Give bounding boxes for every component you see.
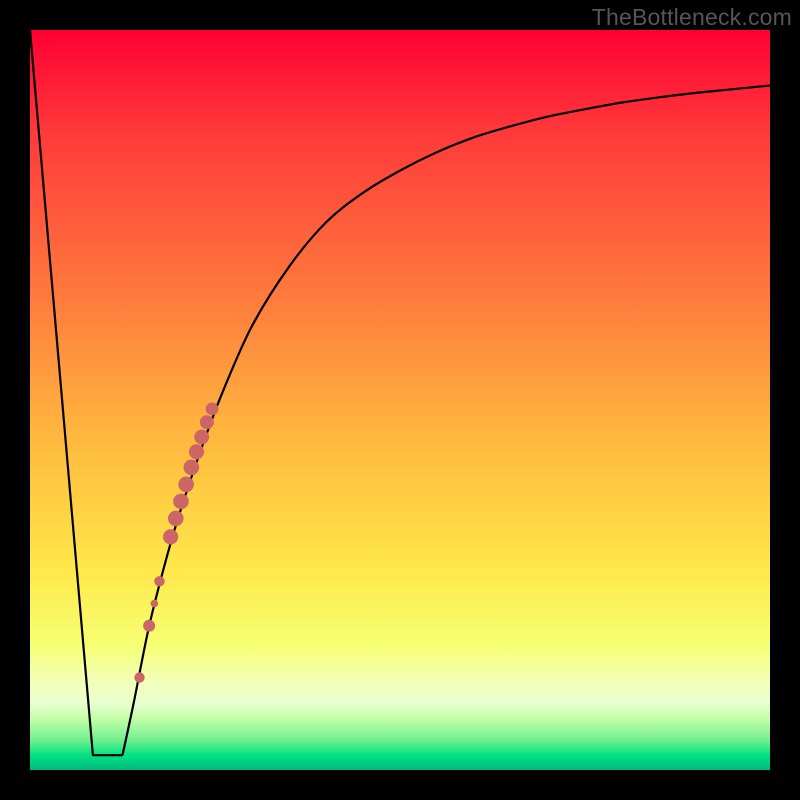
curve-layer	[30, 30, 770, 770]
marker-dot	[178, 477, 194, 493]
curve-line	[30, 30, 770, 755]
marker-dot	[200, 415, 214, 429]
marker-dot	[184, 460, 200, 476]
plot-area	[30, 30, 770, 770]
descending-segment	[30, 30, 123, 755]
marker-dot	[154, 576, 164, 586]
marker-dot	[143, 620, 155, 632]
marker-dot	[173, 494, 189, 510]
marker-dot	[206, 402, 219, 415]
chart-container: TheBottleneck.com	[0, 0, 800, 800]
marker-dot	[168, 511, 184, 527]
marker-dot	[163, 529, 178, 544]
marker-dot	[194, 430, 209, 445]
watermark-text: TheBottleneck.com	[592, 4, 792, 31]
marker-dot	[151, 600, 159, 608]
marker-dot	[134, 672, 144, 682]
ascending-curve	[123, 86, 771, 756]
marker-dot	[189, 444, 204, 459]
